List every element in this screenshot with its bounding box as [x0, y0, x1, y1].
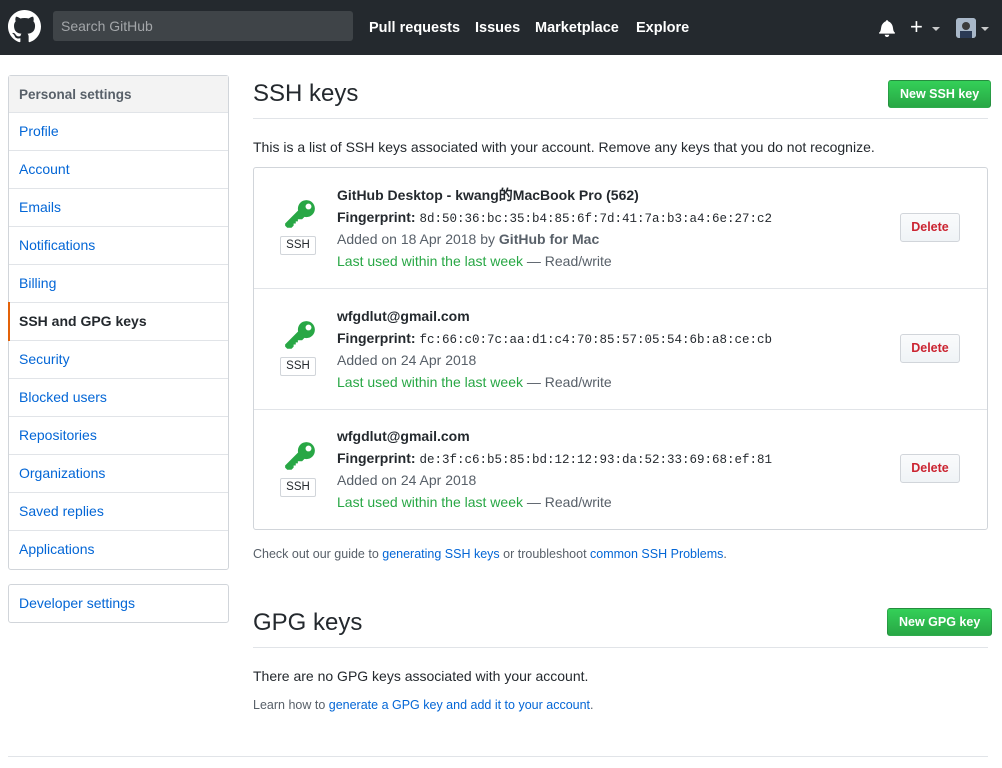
sidebar-item-account[interactable]: Account: [9, 151, 228, 189]
ssh-key-row: SSH wfgdlut@gmail.com Fingerprint: fc:66…: [254, 289, 987, 410]
key-fingerprint: Fingerprint: 8d:50:36:bc:35:b4:85:6f:7d:…: [337, 209, 772, 226]
generate-gpg-key-link[interactable]: generate a GPG key and add it to your ac…: [329, 698, 590, 712]
key-title: wfgdlut@gmail.com: [337, 308, 470, 324]
ssh-intro-text: This is a list of SSH keys associated wi…: [253, 139, 875, 155]
gpg-learn-note: Learn how to generate a GPG key and add …: [253, 698, 594, 712]
key-fingerprint: Fingerprint: fc:66:c0:7c:aa:d1:c4:70:85:…: [337, 330, 772, 347]
ssh-key-row: SSH GitHub Desktop - kwang的MacBook Pro (…: [254, 168, 987, 289]
key-last-used: Last used within the last week — Read/wr…: [337, 374, 612, 390]
divider: [253, 118, 988, 119]
key-added-date: Added on 24 Apr 2018: [337, 352, 477, 368]
key-last-used: Last used within the last week — Read/wr…: [337, 253, 612, 269]
chevron-down-icon[interactable]: [932, 27, 940, 31]
ssh-guide-note: Check out our guide to generating SSH ke…: [253, 547, 727, 561]
key-icon: [285, 321, 315, 349]
delete-key-button[interactable]: Delete: [900, 334, 960, 363]
ssh-keys-title: SSH keys: [253, 80, 359, 107]
key-added-date: Added on 24 Apr 2018: [337, 472, 477, 488]
key-title: GitHub Desktop - kwang的MacBook Pro (562): [337, 187, 639, 203]
gpg-keys-title: GPG keys: [253, 609, 363, 636]
sidebar-item-developer-settings[interactable]: Developer settings: [8, 584, 229, 623]
footer-divider: [8, 756, 988, 757]
ssh-badge: SSH: [280, 357, 316, 376]
search-input[interactable]: Search GitHub: [53, 11, 353, 41]
sidebar-item-billing[interactable]: Billing: [9, 265, 228, 303]
sidebar-item-ssh-gpg-keys[interactable]: SSH and GPG keys: [8, 302, 228, 341]
sidebar-item-profile[interactable]: Profile: [9, 113, 228, 151]
nav-issues[interactable]: Issues: [475, 18, 520, 38]
sidebar-item-applications[interactable]: Applications: [9, 531, 228, 569]
gpg-empty-text: There are no GPG keys associated with yo…: [253, 668, 589, 684]
plus-icon[interactable]: +: [910, 16, 923, 38]
sidebar-item-repositories[interactable]: Repositories: [9, 417, 228, 455]
delete-key-button[interactable]: Delete: [900, 454, 960, 483]
key-last-used: Last used within the last week — Read/wr…: [337, 494, 612, 510]
sidebar-item-notifications[interactable]: Notifications: [9, 227, 228, 265]
key-icon: [285, 442, 315, 470]
nav-pull-requests[interactable]: Pull requests: [369, 18, 460, 38]
top-header: Search GitHub Pull requests Issues Marke…: [0, 0, 1002, 55]
nav-explore[interactable]: Explore: [636, 18, 689, 38]
new-ssh-key-button[interactable]: New SSH key: [888, 80, 992, 108]
generating-ssh-keys-link[interactable]: generating SSH keys: [382, 547, 499, 561]
nav-marketplace[interactable]: Marketplace: [535, 18, 619, 38]
ssh-badge: SSH: [280, 478, 316, 497]
sidebar-item-saved-replies[interactable]: Saved replies: [9, 493, 228, 531]
new-gpg-key-button[interactable]: New GPG key: [887, 608, 993, 636]
sidebar-item-organizations[interactable]: Organizations: [9, 455, 228, 493]
ssh-key-row: SSH wfgdlut@gmail.com Fingerprint: de:3f…: [254, 410, 987, 531]
sidebar-item-blocked-users[interactable]: Blocked users: [9, 379, 228, 417]
sidebar-item-security[interactable]: Security: [9, 341, 228, 379]
bell-icon[interactable]: [879, 19, 895, 37]
divider: [253, 647, 988, 648]
key-added-date: Added on 18 Apr 2018 by GitHub for Mac: [337, 231, 600, 247]
delete-key-button[interactable]: Delete: [900, 213, 960, 242]
common-ssh-problems-link[interactable]: common SSH Problems: [590, 547, 723, 561]
ssh-badge: SSH: [280, 236, 316, 255]
key-icon: [285, 200, 315, 228]
key-fingerprint: Fingerprint: de:3f:c6:b5:85:bd:12:12:93:…: [337, 450, 772, 467]
chevron-down-icon[interactable]: [981, 27, 989, 31]
key-title: wfgdlut@gmail.com: [337, 428, 470, 444]
settings-sidebar: Personal settings Profile Account Emails…: [8, 75, 229, 570]
sidebar-item-emails[interactable]: Emails: [9, 189, 228, 227]
github-logo-icon[interactable]: [8, 10, 41, 43]
avatar[interactable]: [956, 18, 976, 38]
sidebar-heading: Personal settings: [9, 76, 228, 113]
ssh-keys-list: SSH GitHub Desktop - kwang的MacBook Pro (…: [253, 167, 988, 530]
